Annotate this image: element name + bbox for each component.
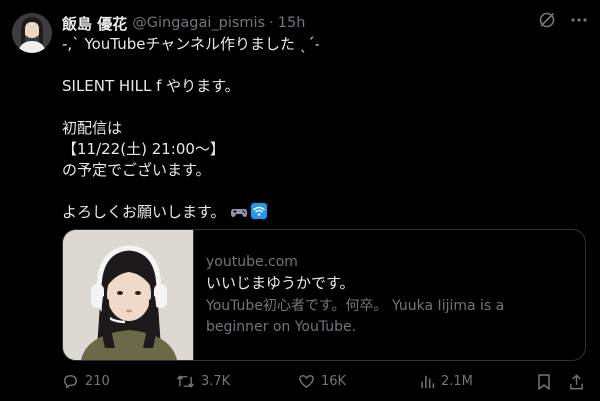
tweet-timestamp[interactable]: 15h <box>278 15 306 31</box>
tweet-line: -,` YouTubeチャンネル作りました ˎˊ˗ <box>62 35 320 53</box>
card-description-line: beginner on YouTube. <box>206 319 357 335</box>
views-icon <box>419 373 435 390</box>
reply-button[interactable]: 210 <box>62 373 110 390</box>
reply-count: 210 <box>85 374 110 389</box>
card-text: youtube.com いいじまゆうかです。 YouTube初心者です。何卒。 … <box>206 252 573 338</box>
tweet-line: SILENT HILL f やります。 <box>62 77 240 95</box>
card-title: いいじまゆうかです。 <box>206 274 355 292</box>
bookmark-icon <box>536 373 552 391</box>
repost-icon <box>176 373 195 390</box>
like-icon <box>298 373 315 390</box>
avatar[interactable] <box>12 13 52 53</box>
wifi-emoji <box>250 203 267 219</box>
tweet-line: の予定でございます。 <box>62 161 211 179</box>
share-icon <box>568 373 585 391</box>
tweet-line <box>62 55 582 76</box>
tweet-line <box>62 97 582 118</box>
tweet-text: -,` YouTubeチャンネル作りました ˎˊ˗ SILENT HILL f … <box>62 34 582 223</box>
card-domain: youtube.com <box>206 254 298 270</box>
like-button[interactable]: 16K <box>298 373 346 390</box>
repost-button[interactable]: 3.7K <box>176 373 230 390</box>
link-card[interactable]: youtube.com いいじまゆうかです。 YouTube初心者です。何卒。 … <box>62 229 586 361</box>
author-name[interactable]: 飯島 優花 <box>62 13 127 34</box>
card-description: YouTube初心者です。何卒。 Yuuka Iijima is a begin… <box>206 296 573 338</box>
card-thumbnail <box>63 230 194 360</box>
tweet-header: 飯島 優花 @Gingagai_pismis · 15h <box>62 12 540 34</box>
like-count: 16K <box>321 374 347 389</box>
tweet-line <box>62 181 582 202</box>
controller-emoji <box>230 204 248 225</box>
repost-count: 3.7K <box>201 374 231 389</box>
tweet-line: よろしくお願いします。 <box>62 203 226 221</box>
views-button[interactable]: 2.1M <box>419 373 473 390</box>
more-icon[interactable] <box>570 11 588 29</box>
reply-icon <box>62 373 79 390</box>
views-count: 2.1M <box>441 374 473 389</box>
author-handle[interactable]: @Gingagai_pismis <box>132 15 265 31</box>
grok-icon[interactable] <box>538 11 556 29</box>
tweet-line: 【11/22(土) 21:00〜】 <box>62 140 225 158</box>
header-icons <box>538 11 588 29</box>
tweet-line: 初配信は <box>62 119 123 137</box>
bookmark-button[interactable] <box>536 373 552 391</box>
action-bar: 210 3.7K 16K 2.1M <box>62 373 587 393</box>
share-button[interactable] <box>568 373 585 391</box>
card-description-line: YouTube初心者です。何卒。 Yuuka Iijima is a <box>206 298 505 314</box>
tweet-last-line: よろしくお願いします。 <box>62 202 582 223</box>
header-separator: · <box>269 15 274 31</box>
avatar-image <box>12 13 52 53</box>
